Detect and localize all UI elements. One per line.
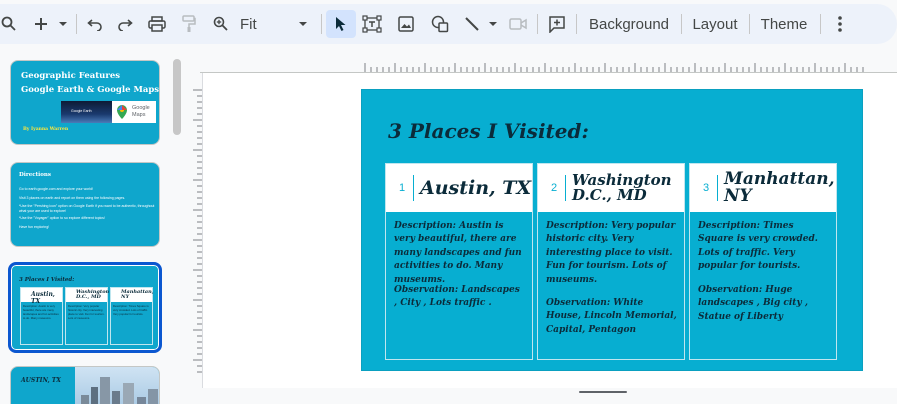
thumb-2-line: Visit 3 places on earth and report on th… [19,196,126,200]
toolbar-divider [321,14,322,34]
thumb-1-title-line2: Google Earth & Google Maps [21,85,160,95]
slide-thumbnail-4[interactable]: AUSTIN, TX [10,366,160,404]
line-dropdown-chevron-icon[interactable] [486,4,500,44]
toolbar-divider [681,14,682,34]
thumb-3-col-name: Manhattan, NY [111,288,154,302]
thumb-1-maps-label: Google Maps [132,105,150,118]
thumb-2-title: Directions [19,172,51,178]
shape-icon[interactable] [428,4,452,44]
toolbar-divider [76,14,77,34]
zoom-value: Fit [240,15,257,33]
toolbar-divider [576,14,577,34]
filmstrip-scrollbar[interactable] [173,59,181,135]
horizontal-ruler[interactable] [200,60,897,74]
place-observation: Observation: Landscapes , City , Lots tr… [394,285,520,309]
thumb-1-title-line1: Geographic Features [21,71,121,81]
place-observation: Observation: Huge landscapes , Big city … [698,285,808,322]
redo-icon[interactable] [114,4,136,44]
thumb-3-title: 3 Places I Visited: [19,277,75,283]
place-card-header: 2 Washington D.C., MD [538,164,684,212]
theme-button[interactable]: Theme [756,4,812,44]
thumb-2-line: Go to earth.google.com and explore your … [19,187,93,191]
thumb-1-earth-image: Google Earth [61,101,118,123]
place-name: Austin, TX [420,176,532,199]
slide-thumbnail-2[interactable]: Directions Go to earth.google.com and ex… [10,162,160,247]
print-icon[interactable] [146,4,168,44]
text-box-icon[interactable] [360,4,384,44]
place-description: Description: Austin is very beautiful, t… [394,221,522,285]
place-divider [565,175,566,201]
slide-canvas[interactable]: 3 Places I Visited: 1 Austin, TX Descrip… [361,89,863,371]
line-icon[interactable] [460,4,484,44]
thumb-3-col: Austin, TX Description: Austin is very b… [20,287,63,345]
background-button-label: Background [588,15,670,33]
background-button[interactable]: Background [584,4,674,44]
place-observation: Observation: White House, Lincoln Memori… [546,298,677,335]
thumb-3-col-desc: Description: Times Square is very crowde… [113,304,149,316]
place-number: 2 [550,182,558,194]
video-icon[interactable] [506,4,530,44]
thumb-3-col-desc: Description: Austin is very beautiful, t… [23,304,59,320]
paint-format-icon[interactable] [178,4,200,44]
image-icon[interactable] [394,4,418,44]
place-card-1[interactable]: 1 Austin, TX Description: Austin is very… [385,163,533,360]
add-icon[interactable] [30,4,52,44]
place-name: Washington D.C., MD [572,171,672,204]
toolbar: Fit Background Layout Theme [0,4,897,44]
thumb-2-line: *Use the "Voyager" option to so explore … [19,216,105,220]
slide-title[interactable]: 3 Places I Visited: [388,119,589,143]
thumb-3-col: Manhattan, NY Description: Times Square … [110,287,154,345]
place-divider [717,175,718,201]
comment-icon[interactable] [544,4,570,44]
zoom-select[interactable]: Fit [240,4,316,44]
thumb-1-maps-image: Google Maps [112,101,156,123]
zoom-icon[interactable] [210,4,232,44]
thumb-2-line: Have fun exploring! [19,225,50,229]
thumb-2-body: Go to earth.google.com and explore your … [19,186,155,230]
thumb-4-city-image [75,367,159,404]
search-icon[interactable] [0,4,18,44]
place-card-2[interactable]: 2 Washington D.C., MD Description: Very … [537,163,685,360]
theme-button-label: Theme [760,15,808,33]
cursor-icon[interactable] [326,10,356,38]
place-card-header: 3 Manhattan, NY [690,164,836,212]
thumb-1-earth-label: Google Earth [71,109,92,113]
place-number: 3 [702,182,710,194]
layout-button-label: Layout [692,15,738,33]
more-icon[interactable] [828,4,852,44]
chevron-down-icon [298,21,308,27]
slide-thumbnail-1[interactable]: Geographic Features Google Earth & Googl… [10,60,160,145]
slide-thumbnail-3[interactable]: 3 Places I Visited: Austin, TX Descripti… [8,262,162,353]
thumb-3-col-name: Washington D.C., MD [66,288,109,302]
place-description: Description: Times Square is very crowde… [698,221,818,272]
thumb-1-author: By Iyanna Warren [23,127,69,132]
toolbar-divider [537,14,538,34]
place-card-3[interactable]: 3 Manhattan, NY Description: Times Squar… [689,163,837,360]
speaker-notes-resize-handle[interactable] [579,391,627,393]
place-card-header: 1 Austin, TX [386,164,532,212]
toolbar-divider [749,14,750,34]
thumb-3-col: Washington D.C., MD Description: Very po… [65,287,109,345]
place-name: Manhattan, NY [724,169,835,206]
map-pin-icon [117,105,127,119]
place-divider [413,175,414,201]
place-description: Description: Very popular historic city.… [546,221,676,285]
add-dropdown-chevron-icon[interactable] [56,4,70,44]
thumb-2-line: *Use the "Pershing icon" option on Googl… [19,204,155,213]
layout-button[interactable]: Layout [688,4,742,44]
toolbar-divider [820,14,821,34]
thumb-3-col-name: Austin, TX [21,288,62,305]
place-number: 1 [398,182,406,194]
undo-icon[interactable] [84,4,106,44]
vertical-ruler[interactable] [190,78,204,388]
thumb-3-col-desc: Description: Very popular historic city.… [68,304,105,320]
thumb-4-title: AUSTIN, TX [21,377,61,384]
